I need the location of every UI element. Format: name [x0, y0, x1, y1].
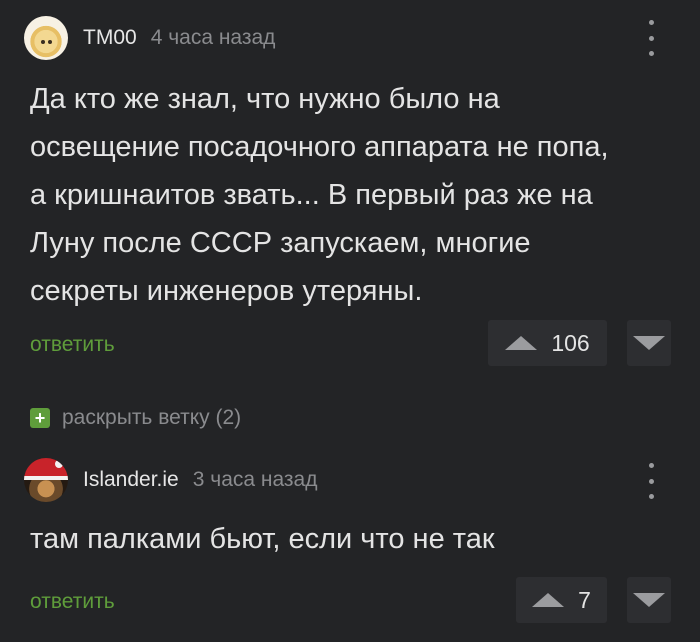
comment-header: TM00 4 часа назад — [24, 16, 275, 60]
avatar-eye — [48, 40, 52, 44]
expand-thread-button[interactable]: + раскрыть ветку (2) — [30, 405, 241, 431]
avatar[interactable] — [24, 458, 68, 502]
username[interactable]: Islander.ie — [83, 468, 179, 492]
dot — [648, 35, 654, 41]
upvote-button[interactable]: 7 — [516, 577, 607, 623]
rating-count: 106 — [551, 329, 590, 356]
downvote-icon — [633, 336, 665, 350]
reply-button[interactable]: ответить — [30, 590, 115, 614]
dot — [648, 51, 654, 56]
comment-text: там палками бьют, если что не так — [30, 523, 495, 555]
avatar[interactable] — [24, 16, 68, 60]
dot — [648, 20, 654, 25]
rating-count: 7 — [578, 586, 591, 613]
more-vertical-icon[interactable] — [644, 463, 658, 499]
downvote-icon — [633, 593, 665, 607]
upvote-button[interactable]: 106 — [488, 320, 607, 366]
dot — [648, 478, 654, 484]
upvote-icon — [532, 593, 565, 607]
avatar-eye — [41, 40, 45, 44]
upvote-icon — [505, 336, 538, 350]
username[interactable]: TM00 — [83, 26, 137, 50]
comment-header: Islander.ie 3 часа назад — [24, 458, 317, 502]
comment-text: Да кто же знал, что нужно было на освеще… — [30, 83, 609, 307]
expand-thread-label: раскрыть ветку (2) — [62, 406, 242, 429]
dot — [648, 494, 654, 499]
dot — [648, 463, 654, 468]
plus-icon: + — [30, 408, 50, 428]
reply-button[interactable]: ответить — [30, 333, 115, 357]
santa-hat-icon — [24, 458, 68, 480]
downvote-button[interactable] — [627, 577, 671, 623]
downvote-button[interactable] — [627, 320, 671, 366]
more-vertical-icon[interactable] — [644, 20, 658, 56]
timestamp[interactable]: 3 часа назад — [193, 468, 318, 492]
timestamp[interactable]: 4 часа назад — [151, 26, 276, 50]
